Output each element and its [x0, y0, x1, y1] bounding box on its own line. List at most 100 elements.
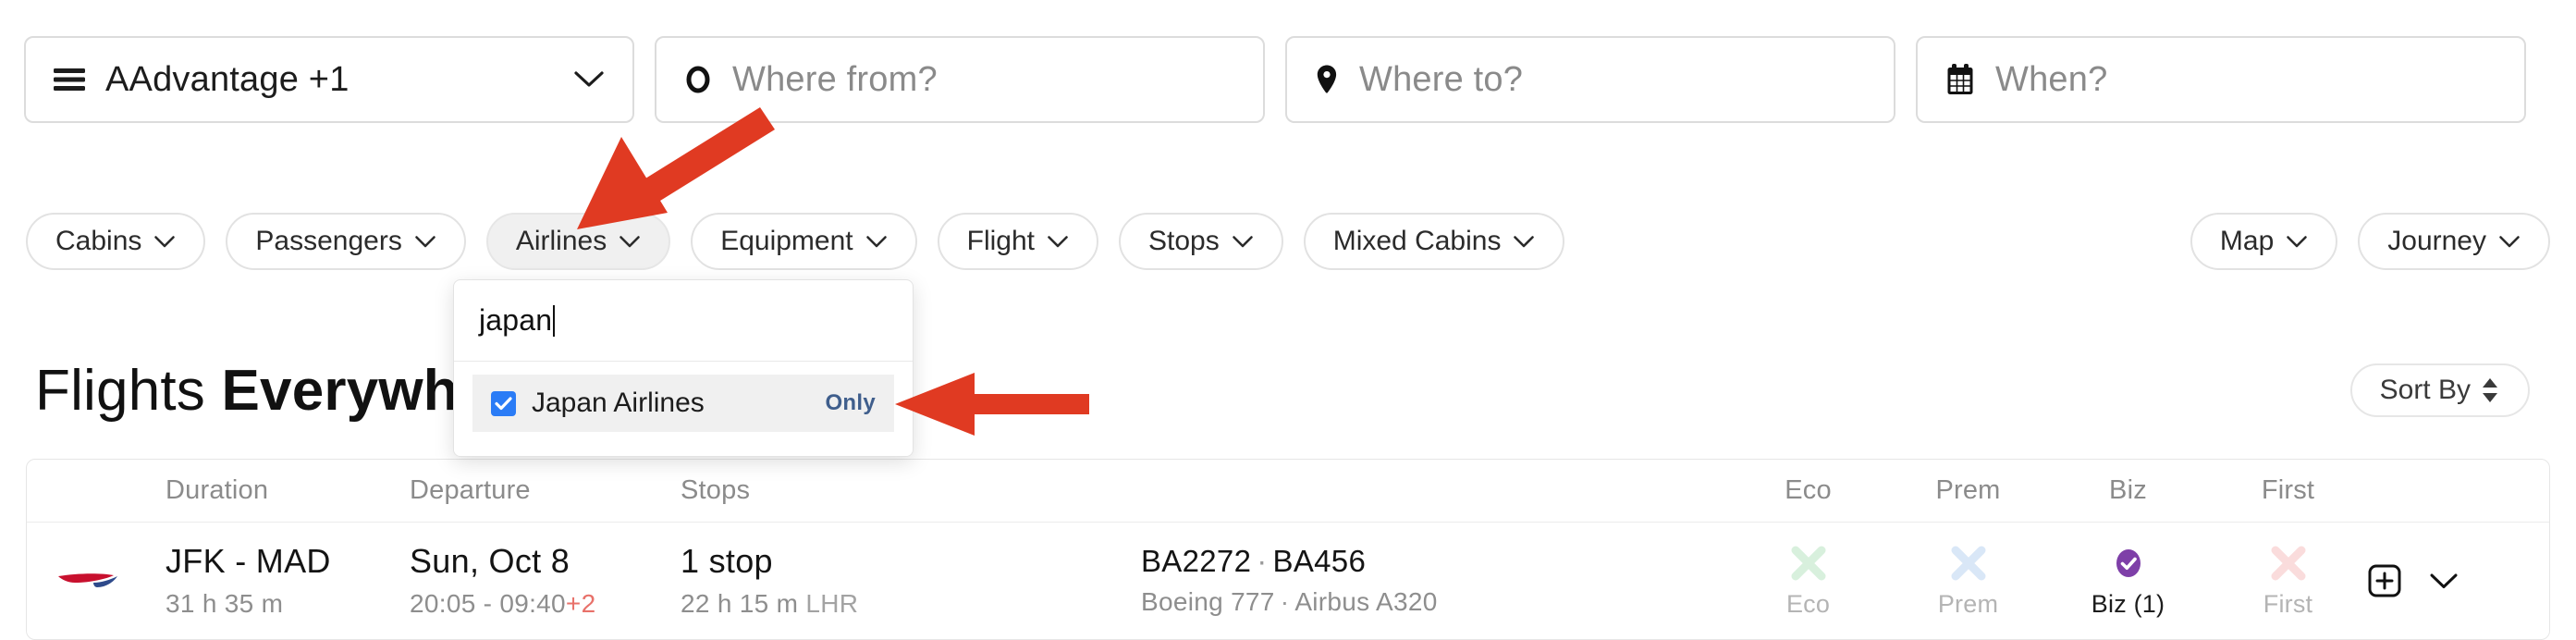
table-row[interactable]: JFK - MAD 31 h 35 m Sun, Oct 8 20:05 - 0… — [27, 523, 2549, 639]
chevron-down-icon — [2286, 235, 2308, 249]
page-title-thin: Flights — [35, 358, 206, 423]
cabin-cell-first[interactable]: First — [2208, 544, 2368, 619]
filter-chip-journey[interactable]: Journey — [2358, 213, 2550, 270]
chevron-down-icon — [1047, 235, 1069, 249]
equipment-separator: · — [1280, 587, 1290, 617]
row-actions-cell — [2368, 564, 2549, 597]
stops-count: 1 stop — [681, 542, 773, 581]
departure-times: 20:05 - 09:40 — [410, 589, 566, 619]
layover-duration: 22 h 15 m — [681, 589, 799, 619]
airline-logo-cell — [40, 565, 141, 597]
filter-chip-flight-label: Flight — [966, 226, 1035, 256]
flight-number-1: BA2272 — [1141, 544, 1252, 579]
origin-placeholder: Where from? — [732, 59, 938, 99]
circle-origin-icon — [684, 65, 712, 94]
equipment-1: Boeing 777 — [1141, 587, 1275, 617]
chevron-down-icon — [619, 235, 641, 249]
available-check-icon — [2108, 544, 2149, 583]
chevron-down-icon — [2498, 235, 2521, 249]
cabin-cell-biz[interactable]: Biz (1) — [2048, 544, 2208, 619]
sort-updown-icon — [2480, 376, 2500, 404]
filter-chip-mixed-cabins-label: Mixed Cabins — [1332, 226, 1502, 256]
cabin-label-eco: Eco — [1785, 589, 1831, 618]
page-header-row: Flights Everywhere Sort By — [0, 340, 2576, 440]
cabin-program-selector[interactable]: AAdvantage +1 — [24, 36, 634, 123]
header-stops: Stops — [681, 475, 751, 505]
stops-cell: 1 stop 22 h 15 m LHR — [681, 542, 976, 619]
filter-chip-cabins-label: Cabins — [55, 226, 142, 256]
expand-row-chevron-down-icon[interactable] — [2429, 572, 2459, 590]
flight-numbers-cell: BA2272 · BA456 Boeing 777 · Airbus A320 — [1141, 544, 1622, 617]
cabin-program-label: AAdvantage +1 — [105, 59, 350, 99]
chevron-down-icon — [865, 235, 888, 249]
duration-cell: JFK - MAD 31 h 35 m — [166, 542, 378, 619]
departure-times-line: 20:05 - 09:40+2 — [410, 589, 655, 619]
destination-placeholder: Where to? — [1359, 59, 1524, 99]
checkbox-checked-icon[interactable] — [491, 390, 516, 416]
airline-option-only-link[interactable]: Only — [825, 390, 876, 416]
sort-by-label: Sort By — [2379, 375, 2471, 405]
chevron-down-icon[interactable] — [573, 70, 605, 89]
chevron-down-icon — [1513, 235, 1535, 249]
filter-chip-equipment[interactable]: Equipment — [691, 213, 917, 270]
filter-chip-stops-label: Stops — [1148, 226, 1220, 256]
airlines-filter-dropdown: japan Japan Airlines Only — [453, 279, 914, 457]
airline-option-label: Japan Airlines — [532, 388, 705, 418]
text-cursor — [553, 304, 556, 337]
equipment-line: Boeing 777 · Airbus A320 — [1141, 587, 1622, 617]
filter-chip-mixed-cabins[interactable]: Mixed Cabins — [1303, 213, 1565, 270]
destination-field[interactable]: Where to? — [1285, 36, 1895, 123]
menu-icon — [54, 68, 85, 92]
search-bar: AAdvantage +1 Where from? Where to? When… — [0, 0, 2576, 159]
airline-search-input[interactable]: japan — [454, 280, 913, 362]
cabin-cell-eco[interactable]: Eco — [1728, 544, 1888, 619]
departure-date: Sun, Oct 8 — [410, 542, 570, 581]
header-duration: Duration — [166, 475, 269, 505]
duration-value: 31 h 35 m — [166, 589, 284, 619]
layover-line: 22 h 15 m LHR — [681, 589, 976, 619]
filter-chip-row: Cabins Passengers Airlines Equipment Fli… — [0, 202, 2576, 281]
dates-field[interactable]: When? — [1916, 36, 2526, 123]
departure-cell: Sun, Oct 8 20:05 - 09:40+2 — [410, 542, 655, 619]
cabin-label-first: First — [2263, 589, 2313, 618]
chevron-down-icon — [414, 235, 436, 249]
dates-placeholder: When? — [1995, 59, 2108, 99]
filter-chip-flight[interactable]: Flight — [937, 213, 1098, 270]
filter-chip-stops[interactable]: Stops — [1119, 213, 1283, 270]
filter-chip-airlines[interactable]: Airlines — [485, 213, 671, 270]
cabin-label-prem: Prem — [1937, 589, 1999, 618]
airline-options-list: Japan Airlines Only — [454, 362, 913, 456]
flight-results-table: Duration Departure Stops Eco Prem Biz Fi… — [26, 459, 2550, 640]
british-airways-speedmarque-icon — [56, 565, 125, 597]
flight-numbers-line: BA2272 · BA456 — [1141, 544, 1622, 579]
filter-chip-map[interactable]: Map — [2190, 213, 2338, 270]
filter-chip-cabins[interactable]: Cabins — [26, 213, 206, 270]
filter-chip-passengers[interactable]: Passengers — [226, 213, 466, 270]
layover-airport: LHR — [805, 589, 859, 619]
table-header-row: Duration Departure Stops Eco Prem Biz Fi… — [27, 460, 2549, 523]
header-biz: Biz — [2109, 475, 2147, 505]
filter-chip-passengers-label: Passengers — [255, 226, 402, 256]
header-eco: Eco — [1785, 475, 1832, 505]
map-pin-icon — [1315, 64, 1339, 95]
chevron-down-icon — [153, 235, 176, 249]
calendar-icon — [1945, 63, 1975, 96]
filter-chip-equipment-label: Equipment — [720, 226, 853, 256]
flight-number-2: BA456 — [1272, 544, 1367, 579]
unavailable-x-icon — [1948, 544, 1989, 583]
header-prem: Prem — [1935, 475, 2001, 505]
airline-option-japan-airlines[interactable]: Japan Airlines Only — [472, 375, 894, 432]
flight-numbers-separator: · — [1257, 544, 1268, 579]
chevron-down-icon — [1232, 235, 1254, 249]
header-departure: Departure — [410, 475, 531, 505]
origin-field[interactable]: Where from? — [655, 36, 1265, 123]
sort-by-button[interactable]: Sort By — [2349, 363, 2530, 417]
cabin-label-biz: Biz (1) — [2091, 589, 2165, 618]
header-first: First — [2261, 475, 2315, 505]
route-label: JFK - MAD — [166, 542, 331, 581]
add-to-trip-icon[interactable] — [2368, 564, 2401, 597]
unavailable-x-icon — [1788, 544, 1829, 583]
filter-chip-airlines-label: Airlines — [515, 226, 607, 256]
equipment-2: Airbus A320 — [1294, 587, 1438, 617]
cabin-cell-prem[interactable]: Prem — [1888, 544, 2048, 619]
